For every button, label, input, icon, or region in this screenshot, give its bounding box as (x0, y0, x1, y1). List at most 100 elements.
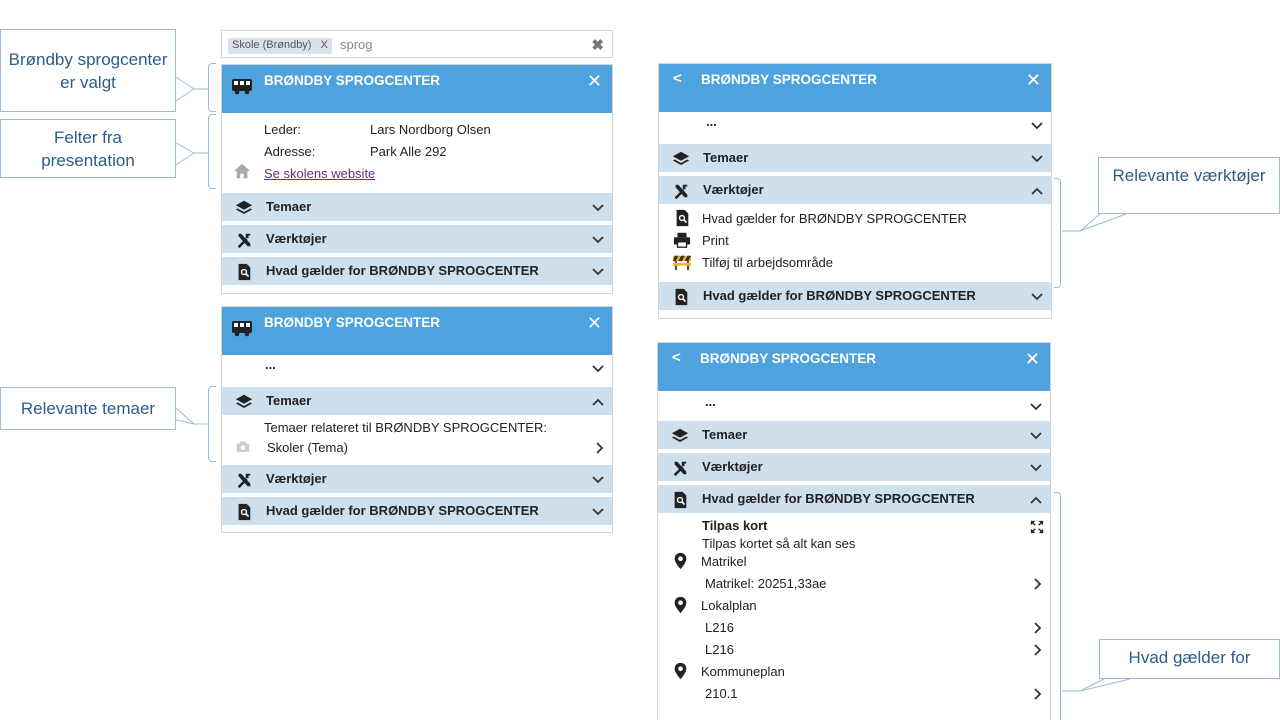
doc-search-icon (235, 503, 253, 521)
connector-applies (1062, 678, 1131, 692)
filter-chip-remove[interactable]: X (321, 39, 328, 51)
filter-chip[interactable]: Skole (Brøndby) X (228, 38, 332, 54)
callout-text: Relevante værktøjer (1112, 166, 1266, 185)
section-vaerktoejer[interactable]: Værktøjer (222, 221, 612, 253)
map-pin-icon (673, 596, 688, 614)
section-temaer[interactable]: Temaer (222, 383, 612, 415)
section-hvad-gaelder[interactable]: Hvad gælder for BRØNDBY SPROGCENTER (659, 278, 1051, 310)
section-label: Temaer (266, 393, 312, 408)
panel-title: BRØNDBY SPROGCENTER (264, 315, 441, 330)
section-label: Hvad gælder for BRØNDBY SPROGCENTER (266, 503, 539, 518)
matrikel-value[interactable]: Matrikel: 20251,33ae (705, 576, 826, 591)
close-button[interactable]: ✕ (1025, 349, 1040, 370)
panel-title: BRØNDBY SPROGCENTER (700, 351, 877, 366)
ellipsis-label: ... (706, 114, 717, 129)
callout-themes: Relevante temaer (0, 387, 176, 430)
panel-header: < BRØNDBY SPROGCENTER ✕ (659, 64, 1051, 112)
chevron-up-icon (1030, 496, 1042, 504)
section-vaerktoejer[interactable]: Værktøjer (222, 461, 612, 493)
lokalplan-value[interactable]: L216 (705, 620, 734, 635)
section-label: Temaer (266, 199, 312, 214)
section-label: Temaer (703, 150, 749, 165)
chevron-down-icon (592, 236, 604, 244)
connector-fields (175, 142, 208, 166)
fit-map-title[interactable]: Tilpas kort (702, 518, 768, 533)
info-panel-tools: < BRØNDBY SPROGCENTER ✕ ... Temaer Værkt… (658, 63, 1052, 319)
clear-search-button[interactable]: ✖ (591, 36, 604, 54)
fit-map-description: Tilpas kortet så alt kan ses (702, 536, 856, 551)
tool-item-hvad-gaelder[interactable]: Hvad gælder for BRØNDBY SPROGCENTER (702, 211, 967, 226)
presentation-fields: Leder: Lars Nordborg Olsen Adresse: Park… (222, 113, 612, 189)
tools-icon (671, 459, 689, 477)
matrikel-label: Matrikel (701, 554, 747, 569)
bus-icon (231, 77, 253, 95)
connector-themes (175, 407, 208, 425)
panel-title: BRØNDBY SPROGCENTER (264, 73, 441, 88)
callout-selected: Brøndby sprogcenter er valgt (0, 29, 176, 112)
close-button[interactable]: ✕ (587, 313, 602, 334)
section-label: Værktøjer (266, 471, 327, 486)
section-vaerktoejer[interactable]: Værktøjer (659, 172, 1051, 204)
tools-list: Hvad gælder for BRØNDBY SPROGCENTER Prin… (659, 204, 1051, 278)
chevron-down-icon (592, 365, 604, 373)
kommuneplan-value[interactable]: 210.1 (705, 686, 738, 701)
chevron-down-icon (1030, 432, 1042, 440)
expand-icon[interactable] (1030, 520, 1044, 534)
section-temaer[interactable]: Temaer (658, 417, 1050, 449)
panel-title: BRØNDBY SPROGCENTER (701, 72, 878, 87)
section-label: Værktøjer (703, 182, 764, 197)
back-button[interactable]: < (672, 349, 681, 366)
connector-tools (1062, 213, 1127, 232)
themes-list: Temaer relateret til BRØNDBY SPROGCENTER… (222, 415, 612, 461)
connector-selected (175, 76, 208, 102)
chevron-right-icon (596, 442, 604, 454)
section-label: Hvad gælder for BRØNDBY SPROGCENTER (702, 491, 975, 506)
collapsed-fields-row[interactable]: ... (658, 391, 1050, 417)
back-button[interactable]: < (673, 70, 682, 87)
section-hvad-gaelder[interactable]: Hvad gælder for BRØNDBY SPROGCENTER (658, 481, 1050, 513)
chevron-right-icon (1034, 688, 1042, 700)
panel-header: BRØNDBY SPROGCENTER ✕ (222, 307, 612, 355)
search-bar[interactable]: Skole (Brøndby) X sprog ✖ (221, 30, 613, 58)
themes-description: Temaer relateret til BRØNDBY SPROGCENTER… (264, 420, 547, 435)
section-hvad-gaelder[interactable]: Hvad gælder for BRØNDBY SPROGCENTER (222, 493, 612, 525)
section-temaer[interactable]: Temaer (659, 140, 1051, 172)
close-button[interactable]: ✕ (587, 71, 602, 92)
section-label: Hvad gælder for BRØNDBY SPROGCENTER (703, 288, 976, 303)
layers-icon (235, 199, 253, 217)
camera-icon (236, 441, 250, 452)
map-pin-icon (673, 552, 688, 570)
section-hvad-gaelder[interactable]: Hvad gælder for BRØNDBY SPROGCENTER (222, 253, 612, 285)
callout-applies: Hvad gælder for (1099, 639, 1280, 679)
layers-icon (235, 393, 253, 411)
chevron-up-icon (1031, 187, 1043, 195)
section-temaer[interactable]: Temaer (222, 189, 612, 221)
panel-header: BRØNDBY SPROGCENTER ✕ (222, 65, 612, 113)
chevron-down-icon (1030, 403, 1042, 411)
collapsed-fields-row[interactable]: ... (659, 112, 1051, 140)
chevron-down-icon (592, 508, 604, 516)
callout-tools: Relevante værktøjer (1098, 157, 1280, 214)
chevron-right-icon (1034, 622, 1042, 634)
tool-item-add-workspace[interactable]: Tilføj til arbejdsområde (702, 255, 833, 270)
theme-item-skoler[interactable]: Skoler (Tema) (267, 440, 348, 455)
chevron-down-icon (592, 476, 604, 484)
field-value-adresse: Park Alle 292 (370, 144, 447, 159)
chevron-down-icon (1030, 464, 1042, 472)
search-input[interactable]: sprog (340, 37, 373, 52)
close-button[interactable]: ✕ (1026, 70, 1041, 91)
doc-search-icon (235, 263, 253, 281)
tools-icon (672, 182, 690, 200)
doc-search-icon (673, 209, 691, 227)
lokalplan-value[interactable]: L216 (705, 642, 734, 657)
bus-icon (231, 319, 253, 337)
section-label: Værktøjer (702, 459, 763, 474)
collapsed-fields-row[interactable]: ... (222, 355, 612, 383)
school-website-link[interactable]: Se skolens website (264, 166, 375, 181)
tool-item-print[interactable]: Print (702, 233, 729, 248)
field-label-adresse: Adresse: (264, 144, 316, 159)
applies-list: Tilpas kort Tilpas kortet så alt kan ses… (658, 513, 1050, 713)
ellipsis-label: ... (265, 357, 276, 372)
callout-text: Felter fra presentation (41, 127, 135, 170)
section-vaerktoejer[interactable]: Værktøjer (658, 449, 1050, 481)
